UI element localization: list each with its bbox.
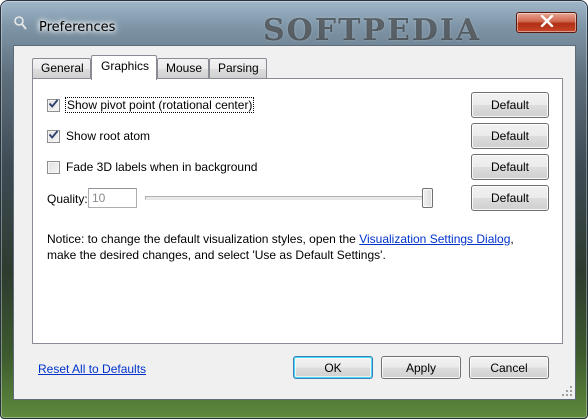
tab-general[interactable]: General [32,58,91,79]
root-atom-label: Show root atom [66,129,151,143]
quality-slider-track[interactable] [145,196,433,200]
fade-labels-default-button[interactable]: Default [471,154,549,180]
tab-parsing[interactable]: Parsing [209,58,267,79]
fade-labels-label: Fade 3D labels when in background [66,160,258,174]
watermark-text: SOFTPEDIA [263,13,482,48]
close-button[interactable] [516,12,577,33]
close-icon [540,14,554,30]
check-icon [48,129,59,143]
pivot-default-button[interactable]: Default [471,92,549,118]
root-atom-default-button[interactable]: Default [471,123,549,149]
cancel-button[interactable]: Cancel [469,356,549,379]
quality-label: Quality: [47,192,88,206]
apply-button[interactable]: Apply [381,356,461,379]
quality-input[interactable] [88,188,137,208]
visualization-settings-link[interactable]: Visualization Settings Dialog [359,232,510,246]
preferences-window: Preferences SOFTPEDIA General Graphics M… [0,0,588,419]
graphics-tab-panel: Show pivot point (rotational center) Def… [32,78,563,344]
quality-default-button[interactable]: Default [471,185,549,211]
window-title: Preferences [39,20,116,35]
resize-grip-icon[interactable] [561,385,573,397]
check-icon [48,98,59,112]
ok-button[interactable]: OK [293,356,373,379]
fade-labels-option[interactable]: Fade 3D labels when in background [47,158,257,176]
tab-graphics[interactable]: Graphics [91,55,157,80]
pivot-label: Show pivot point (rotational center) [64,97,255,113]
reset-all-defaults-link[interactable]: Reset All to Defaults [38,362,146,376]
pivot-option[interactable]: Show pivot point (rotational center) [47,96,255,114]
quality-slider-thumb[interactable] [422,188,433,208]
dialog-client-area: General Graphics Mouse Parsing Show pivo… [13,45,576,400]
title-bar[interactable]: Preferences SOFTPEDIA [1,1,587,48]
pin-icon [13,15,29,31]
root-atom-option[interactable]: Show root atom [47,127,150,145]
notice-prefix: Notice: to change the default visualizat… [47,232,360,246]
pivot-checkbox[interactable] [47,98,60,112]
tab-mouse[interactable]: Mouse [157,58,209,79]
fade-labels-checkbox[interactable] [47,160,60,174]
root-atom-checkbox[interactable] [47,129,60,143]
notice-text: Notice: to change the default visualizat… [47,231,517,263]
